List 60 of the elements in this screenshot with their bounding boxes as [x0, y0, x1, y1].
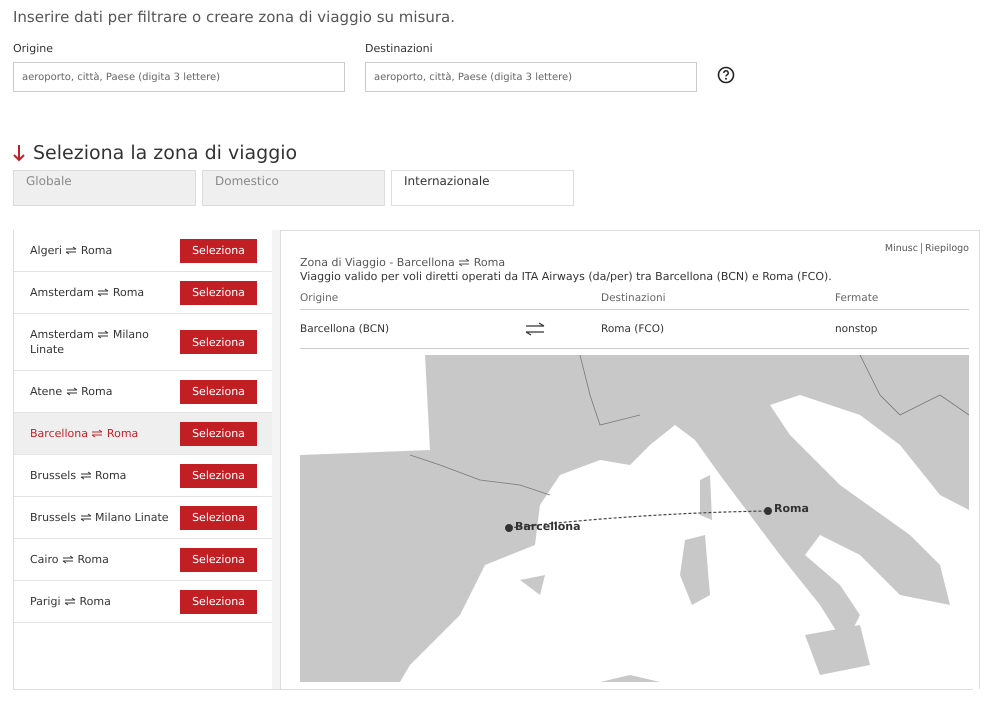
select-button[interactable]: Seleziona — [180, 330, 257, 354]
route-item[interactable]: Amsterdam Roma Seleziona — [14, 272, 272, 314]
route-name: Atene Roma — [30, 384, 114, 399]
panel-link[interactable]: Minusc — [884, 243, 918, 254]
route-item[interactable]: Algeri Roma Seleziona — [14, 230, 272, 272]
zone-title: Zona di Viaggio - Barcellona Roma — [300, 256, 506, 269]
swap-arrows-icon — [97, 330, 110, 340]
column-header: Origine — [300, 292, 340, 304]
swap-arrows-icon — [64, 597, 76, 606]
route-item[interactable]: Parigi Roma Seleziona — [14, 581, 272, 623]
swap-arrows-icon — [80, 471, 92, 480]
page-heading: Inserire dati per filtrare o creare zona di viaggio su misura. — [13, 8, 456, 28]
select-button[interactable]: Seleziona — [180, 422, 257, 446]
select-button[interactable]: Seleziona — [180, 238, 257, 262]
map-label: Barcellona — [515, 520, 581, 533]
swap-arrows-icon — [458, 258, 470, 268]
search-field[interactable]: aeroporto, città, Paese (digita 3 lettere) — [365, 62, 697, 92]
route-item[interactable]: Brussels Milano Linate Seleziona — [14, 497, 272, 539]
route-name: Amsterdam Milano Linate — [30, 327, 150, 357]
table-cell-text: Roma (FCO) — [601, 323, 666, 335]
select-button[interactable]: Seleziona — [180, 464, 257, 488]
field-label: Origine — [13, 42, 54, 55]
swap-arrows-icon — [97, 288, 110, 298]
swap-arrows-icon — [62, 555, 74, 564]
route-name: Brussels Milano Linate — [30, 510, 170, 525]
route-name: Algeri Roma — [30, 243, 114, 258]
search-field[interactable]: aeroporto, città, Paese (digita 3 lettere) — [13, 62, 345, 92]
field-label: Destinazioni — [365, 42, 434, 55]
route-item[interactable]: Barcellona Roma Seleziona — [14, 413, 272, 455]
swap-arrows-icon — [80, 513, 92, 522]
zone-tab[interactable]: Internazionale — [391, 170, 574, 206]
section-title: Seleziona la zona di viaggio — [33, 142, 298, 164]
swap-arrows-icon — [91, 429, 104, 438]
route-item[interactable]: Brussels Roma Seleziona — [14, 455, 272, 497]
map-label: Roma — [774, 502, 809, 515]
route-item[interactable]: Cairo Roma Seleziona — [14, 539, 272, 581]
down-arrow-icon — [13, 144, 25, 162]
zone-tab[interactable]: Domestico — [202, 170, 385, 206]
zone-tab[interactable]: Globale — [13, 170, 196, 206]
select-button[interactable]: Seleziona — [180, 590, 257, 614]
route-name: Amsterdam Roma — [30, 285, 146, 300]
panel-link[interactable]: Riepilogo — [920, 243, 969, 254]
route-name: Brussels Roma — [30, 468, 128, 483]
swap-arrows-icon — [66, 387, 78, 396]
select-button[interactable]: Seleziona — [180, 380, 257, 404]
swap-arrows-icon — [525, 322, 545, 336]
route-name: Cairo Roma — [30, 552, 110, 567]
route-name: Barcellona Roma — [30, 426, 140, 441]
select-button[interactable]: Seleziona — [180, 506, 257, 530]
table-cell-text: Barcellona (BCN) — [300, 323, 390, 335]
table-cell-text: nonstop — [835, 323, 878, 335]
help-icon — [717, 66, 735, 84]
select-button[interactable]: Seleziona — [180, 548, 257, 572]
swap-arrows-icon — [65, 246, 78, 256]
zone-description: Viaggio valido per voli diretti operati da ITA Airways (da/per) tra Barcellona (BCN) e Roma (FCO). — [300, 270, 833, 283]
route-name: Parigi Roma — [30, 594, 112, 609]
route-item[interactable]: Amsterdam Milano Linate Seleziona — [14, 314, 272, 371]
column-header: Fermate — [835, 292, 880, 304]
column-header: Destinazioni — [601, 292, 667, 304]
select-button[interactable]: Seleziona — [180, 280, 257, 304]
